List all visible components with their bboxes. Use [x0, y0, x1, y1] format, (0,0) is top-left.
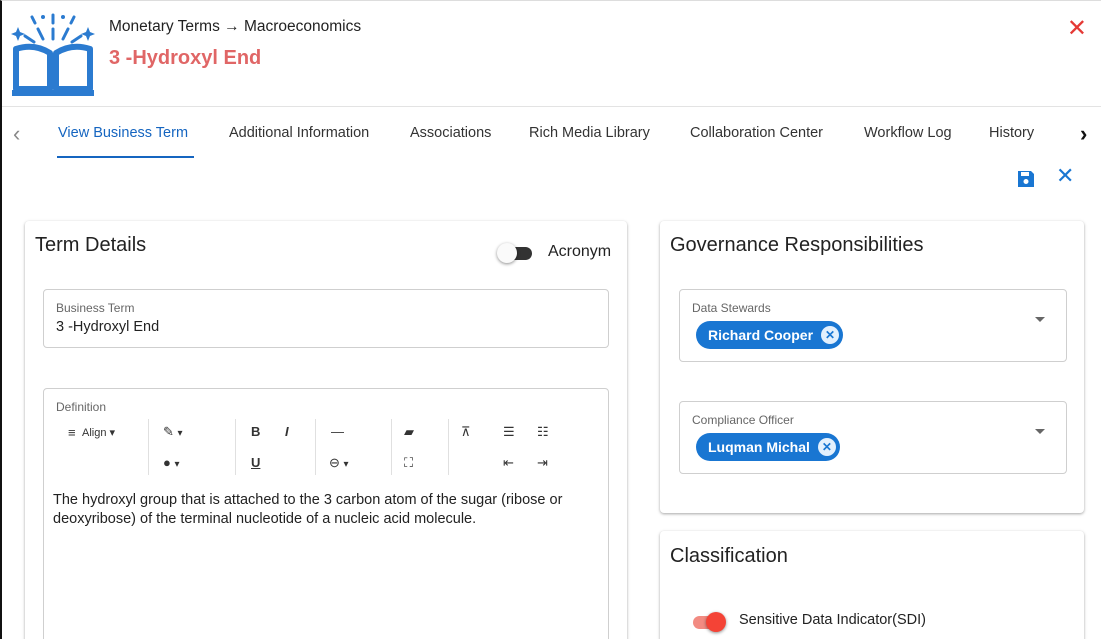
numbered-list-icon[interactable]: ☷ — [537, 424, 549, 440]
chevron-down-icon[interactable] — [1035, 317, 1045, 322]
definition-label: Definition — [56, 400, 107, 414]
compliance-officer-label: Compliance Officer — [692, 413, 794, 427]
underline-icon[interactable]: U — [251, 455, 260, 470]
business-term-dialog: Monetary Terms → Macroeconomics 3 -Hydro… — [0, 0, 1101, 639]
tab-collaboration-center[interactable]: Collaboration Center — [690, 125, 823, 141]
classification-title: Classification — [670, 545, 788, 567]
bold-icon[interactable]: B — [251, 424, 260, 439]
dialog-header: Monetary Terms → Macroeconomics 3 -Hydro… — [2, 1, 1101, 107]
page-title: 3 -Hydroxyl End — [109, 47, 262, 69]
chevron-right-icon[interactable]: › — [1080, 121, 1087, 147]
data-steward-chip[interactable]: Richard Cooper ✕ — [696, 321, 844, 349]
business-term-value[interactable]: 3 -Hydroxyl End — [56, 319, 159, 335]
open-book-logo-icon — [11, 13, 95, 96]
outdent-icon[interactable]: ⇤ — [503, 455, 514, 471]
save-icon[interactable] — [1016, 169, 1036, 189]
acronym-toggle[interactable] — [497, 243, 533, 263]
sdi-toggle[interactable] — [690, 612, 726, 632]
definition-text[interactable]: The hydroxyl group that is attached to t… — [53, 491, 573, 529]
link-icon[interactable]: ⊖ ▾ — [329, 455, 349, 471]
horizontal-rule-icon[interactable]: — — [331, 424, 344, 439]
fullscreen-icon[interactable]: ⛶ — [404, 455, 413, 471]
tab-rich-media-library[interactable]: Rich Media Library — [529, 125, 650, 141]
active-tab-indicator — [57, 156, 194, 158]
breadcrumb: Monetary Terms → Macroeconomics — [109, 18, 362, 35]
acronym-label: Acronym — [548, 243, 612, 260]
close-icon[interactable]: ✕ — [1067, 17, 1087, 41]
chip-remove-icon[interactable]: ✕ — [821, 326, 840, 344]
print-icon[interactable]: ▰ — [404, 424, 414, 440]
chevron-left-icon[interactable]: ‹ — [13, 121, 20, 147]
term-details-title: Term Details — [35, 234, 147, 256]
chip-remove-icon[interactable]: ✕ — [817, 438, 836, 456]
palette-icon[interactable]: ● ▾ — [163, 455, 180, 470]
text-color-icon[interactable]: ✎ ▾ — [163, 424, 183, 440]
align-dropdown[interactable]: Align ▾ — [82, 426, 115, 439]
chevron-down-icon[interactable] — [1035, 429, 1045, 434]
compliance-officer-chip[interactable]: Luqman Michal ✕ — [696, 433, 840, 461]
bullet-list-icon[interactable]: ☰ — [503, 424, 515, 440]
sdi-label: Sensitive Data Indicator(SDI) — [739, 612, 926, 628]
tab-history[interactable]: History — [989, 125, 1034, 141]
tab-bar: ‹ View Business Term Additional Informat… — [2, 107, 1101, 162]
tab-additional-information[interactable]: Additional Information — [229, 125, 369, 141]
tab-workflow-log[interactable]: Workflow Log — [864, 125, 952, 141]
indent-icon[interactable]: ⇥ — [537, 455, 548, 471]
cancel-close-icon[interactable]: ✕ — [1056, 165, 1074, 187]
italic-icon[interactable]: I — [285, 424, 289, 439]
clear-format-icon[interactable]: ⊼ — [461, 424, 471, 440]
governance-title: Governance Responsibilities — [670, 234, 924, 256]
tab-view-business-term[interactable]: View Business Term — [58, 125, 188, 141]
tab-associations[interactable]: Associations — [410, 125, 491, 141]
business-term-label: Business Term — [56, 301, 135, 315]
data-stewards-label: Data Stewards — [692, 301, 771, 315]
align-left-icon[interactable]: ≡ — [68, 425, 76, 440]
